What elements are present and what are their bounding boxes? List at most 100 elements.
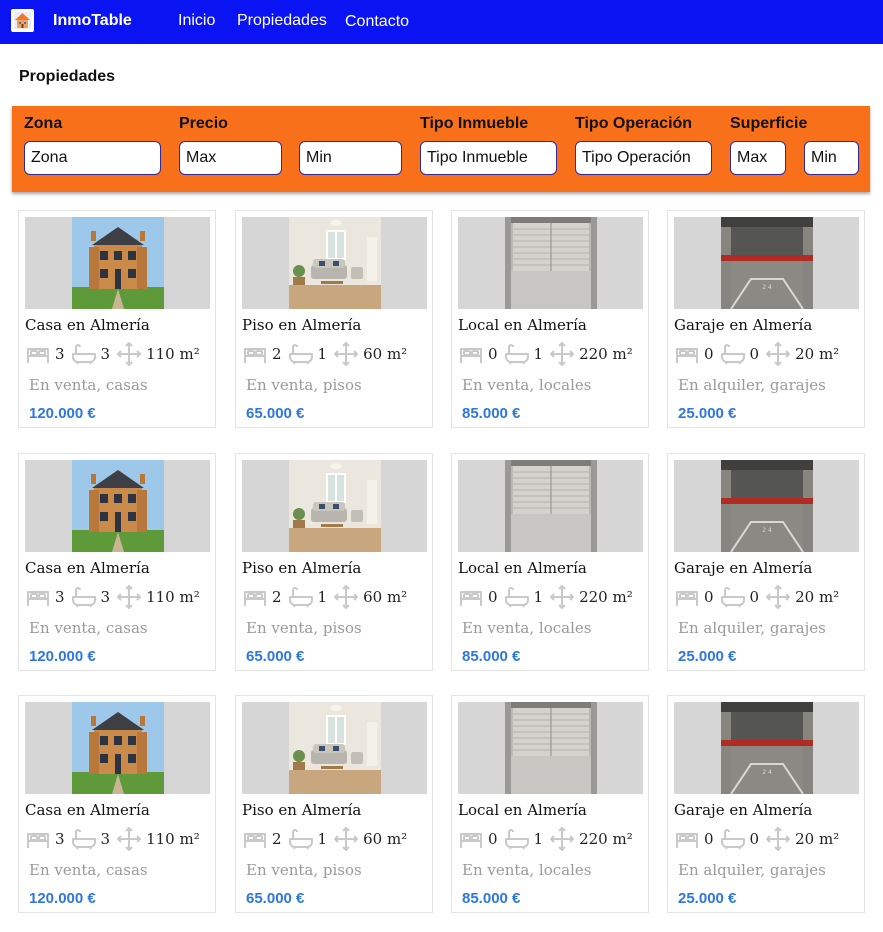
superficie-max-input[interactable]: Max: [730, 141, 786, 175]
property-operation-type: En venta, locales: [462, 376, 592, 394]
property-price: 25.000 €: [678, 890, 737, 907]
property-photo: 2 4: [721, 217, 813, 309]
property-features: 2 1 60 m²: [242, 341, 413, 367]
property-image[interactable]: 2 4: [674, 460, 859, 552]
area-value: 220 m²: [579, 830, 633, 848]
property-image[interactable]: 2 4: [674, 217, 859, 309]
property-title[interactable]: Local en Almería: [458, 801, 587, 819]
property-card[interactable]: 2 4 Garaje en Almería 0 0 20 m² En alquiler, …: [667, 695, 865, 913]
property-operation-type: En venta, casas: [29, 376, 148, 394]
brand-name[interactable]: InmoTable: [53, 12, 132, 30]
property-title[interactable]: Casa en Almería: [25, 801, 150, 819]
property-image[interactable]: 2 4: [674, 702, 859, 794]
property-features: 3 3 110 m²: [25, 341, 206, 367]
property-title[interactable]: Garaje en Almería: [674, 559, 812, 577]
zona-input[interactable]: Zona: [24, 141, 161, 175]
property-operation-type: En venta, pisos: [246, 861, 362, 879]
property-card[interactable]: Piso en Almería 2 1 60 m² En venta, pisos 65.…: [235, 453, 433, 671]
area-value: 110 m²: [146, 588, 200, 606]
property-card[interactable]: Piso en Almería 2 1 60 m² En venta, pisos 65.…: [235, 210, 433, 428]
tipo-inmueble-input[interactable]: Tipo Inmueble: [420, 141, 557, 175]
property-title[interactable]: Casa en Almería: [25, 316, 150, 334]
property-image[interactable]: [242, 217, 427, 309]
area-value: 60 m²: [363, 830, 408, 848]
house-logo-icon[interactable]: [11, 9, 34, 32]
property-image[interactable]: [458, 702, 643, 794]
property-features: 2 1 60 m²: [242, 826, 413, 852]
property-title[interactable]: Piso en Almería: [242, 559, 361, 577]
nav-link-propiedades[interactable]: Propiedades: [237, 12, 327, 30]
filter-label-superficie: Superficie: [730, 115, 808, 132]
property-title[interactable]: Piso en Almería: [242, 801, 361, 819]
property-card[interactable]: 2 4 Garaje en Almería 0 0 20 m² En alquiler, …: [667, 453, 865, 671]
nav-link-inicio[interactable]: Inicio: [178, 12, 215, 30]
property-title[interactable]: Local en Almería: [458, 559, 587, 577]
baths-count: 0: [749, 830, 760, 848]
property-price: 25.000 €: [678, 648, 737, 665]
property-title[interactable]: Local en Almería: [458, 316, 587, 334]
property-price: 65.000 €: [246, 890, 305, 907]
property-title[interactable]: Piso en Almería: [242, 316, 361, 334]
property-card[interactable]: Casa en Almería 3 3 110 m² En venta, casas 12…: [18, 210, 216, 428]
bath-icon: [288, 827, 314, 851]
baths-count: 1: [533, 588, 544, 606]
property-image[interactable]: [458, 217, 643, 309]
property-image[interactable]: [242, 702, 427, 794]
property-operation-type: En venta, casas: [29, 861, 148, 879]
property-image[interactable]: [242, 460, 427, 552]
property-price: 120.000 €: [29, 890, 96, 907]
precio-max-input[interactable]: Max: [179, 141, 282, 175]
precio-min-input[interactable]: Min: [299, 141, 402, 175]
beds-count: 2: [272, 588, 282, 606]
property-features: 0 0 20 m²: [674, 826, 845, 852]
bath-icon: [720, 827, 746, 851]
property-card[interactable]: Casa en Almería 3 3 110 m² En venta, casas 12…: [18, 453, 216, 671]
property-title[interactable]: Garaje en Almería: [674, 801, 812, 819]
superficie-min-input[interactable]: Min: [804, 141, 859, 175]
svg-text:2 4: 2 4: [762, 769, 772, 776]
bath-icon: [288, 342, 314, 366]
filter-label-zona: Zona: [24, 115, 63, 132]
property-image[interactable]: [25, 217, 210, 309]
property-price: 25.000 €: [678, 405, 737, 422]
property-title[interactable]: Garaje en Almería: [674, 316, 812, 334]
area-value: 20 m²: [795, 345, 840, 363]
baths-count: 3: [100, 588, 111, 606]
property-image[interactable]: [458, 460, 643, 552]
bath-icon: [504, 827, 530, 851]
property-card[interactable]: 2 4 Garaje en Almería 0 0 20 m² En alquiler, …: [667, 210, 865, 428]
property-features: 3 3 110 m²: [25, 584, 206, 610]
property-card[interactable]: Casa en Almería 3 3 110 m² En venta, casas 12…: [18, 695, 216, 913]
area-arrows-icon: [333, 827, 359, 851]
bath-icon: [504, 342, 530, 366]
property-photo: 2 4: [721, 702, 813, 794]
property-features: 3 3 110 m²: [25, 826, 206, 852]
property-photo: [289, 217, 381, 309]
bed-icon: [458, 827, 484, 851]
property-title[interactable]: Casa en Almería: [25, 559, 150, 577]
property-operation-type: En venta, pisos: [246, 619, 362, 637]
area-value: 220 m²: [579, 588, 633, 606]
property-card[interactable]: Piso en Almería 2 1 60 m² En venta, pisos 65.…: [235, 695, 433, 913]
baths-count: 0: [749, 588, 760, 606]
baths-count: 1: [317, 830, 328, 848]
area-arrows-icon: [333, 585, 359, 609]
bath-icon: [71, 585, 97, 609]
bed-icon: [674, 827, 700, 851]
tipo-operacion-input[interactable]: Tipo Operación: [575, 141, 712, 175]
property-card[interactable]: Local en Almería 0 1 220 m² En venta, locale…: [451, 210, 649, 428]
bed-icon: [25, 342, 51, 366]
baths-count: 1: [533, 345, 544, 363]
property-card[interactable]: Local en Almería 0 1 220 m² En venta, locale…: [451, 695, 649, 913]
property-photo: [505, 460, 597, 552]
property-image[interactable]: [25, 460, 210, 552]
property-image[interactable]: [25, 702, 210, 794]
baths-count: 1: [533, 830, 544, 848]
property-price: 65.000 €: [246, 648, 305, 665]
property-card[interactable]: Local en Almería 0 1 220 m² En venta, locale…: [451, 453, 649, 671]
nav-link-contacto[interactable]: Contacto: [345, 13, 409, 31]
property-operation-type: En alquiler, garajes: [678, 861, 826, 879]
beds-count: 2: [272, 830, 282, 848]
property-operation-type: En venta, casas: [29, 619, 148, 637]
bed-icon: [25, 827, 51, 851]
